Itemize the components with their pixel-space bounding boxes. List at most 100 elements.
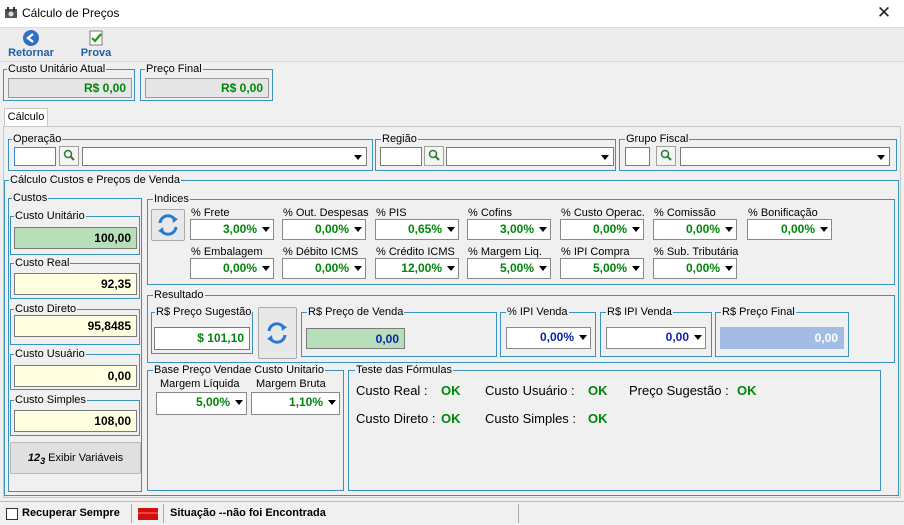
custo-unitario-label: Custo Unitário xyxy=(14,210,86,222)
recuperar-sempre-label: Recuperar Sempre xyxy=(22,507,120,519)
operacao-search-button[interactable] xyxy=(59,146,79,166)
margem-liquida-value: 5,00% xyxy=(195,395,230,409)
teste-formulas-label: Teste das Fórmulas xyxy=(355,364,453,376)
chevron-down-icon xyxy=(725,227,733,232)
embalagem-dropdown[interactable]: 0,00% xyxy=(190,258,274,279)
chevron-down-icon xyxy=(354,227,362,232)
resultado-preco-final-label: R$ Preço Final xyxy=(721,306,796,318)
regiao-code-input[interactable] xyxy=(380,147,422,166)
ipi-venda-pct-dropdown[interactable]: 0,00% xyxy=(506,327,591,349)
ipi-venda-label: R$ IPI Venda xyxy=(606,306,673,318)
margem-bruta-value: 1,10% xyxy=(288,395,323,409)
chevron-down-icon xyxy=(354,155,362,160)
refresh-icon xyxy=(158,214,178,236)
out-despesas-label: % Out. Despesas xyxy=(283,207,369,219)
chevron-down-icon xyxy=(694,335,702,340)
back-button[interactable]: Retornar xyxy=(4,29,58,61)
teste-custo-direto-status: OK xyxy=(441,411,461,426)
chevron-down-icon xyxy=(235,400,243,405)
margem-bruta-dropdown[interactable]: 1,10% xyxy=(251,392,340,415)
margem-liquida-label: Margem Líquida xyxy=(160,378,240,390)
chevron-down-icon xyxy=(447,227,455,232)
resultado-refresh-button[interactable] xyxy=(258,307,297,359)
app-icon xyxy=(5,7,17,18)
teste-custo-real-label: Custo Real : xyxy=(356,383,428,398)
regiao-search-button[interactable] xyxy=(424,146,444,166)
teste-preco-sugestao-label: Preço Sugestão : xyxy=(629,383,729,398)
situacao-text: Situação --não foi Encontrada xyxy=(170,507,326,519)
exibir-variaveis-label: Exibir Variáveis xyxy=(48,452,124,464)
teste-custo-simples-label: Custo Simples : xyxy=(485,411,577,426)
bonificacao-dropdown[interactable]: 0,00% xyxy=(747,219,832,240)
cofins-value: 3,00% xyxy=(499,222,534,236)
pis-value: 0,65% xyxy=(407,222,442,236)
comissao-dropdown[interactable]: 0,00% xyxy=(653,219,737,240)
margem-bruta-label: Margem Bruta xyxy=(256,378,326,390)
status-separator xyxy=(131,504,132,523)
custo-direto-value[interactable]: 95,8485 xyxy=(14,315,137,337)
credito-icms-dropdown[interactable]: 12,00% xyxy=(375,258,459,279)
margem-liq-label: % Margem Liq. xyxy=(468,246,542,258)
teste-preco-sugestao-status: OK xyxy=(737,383,757,398)
operacao-select[interactable] xyxy=(82,147,367,166)
margem-liquida-dropdown[interactable]: 5,00% xyxy=(156,392,247,415)
ipi-compra-dropdown[interactable]: 5,00% xyxy=(560,258,644,279)
back-label: Retornar xyxy=(8,47,54,59)
search-icon xyxy=(63,149,75,161)
refresh-icon xyxy=(267,322,287,344)
out-despesas-dropdown[interactable]: 0,00% xyxy=(282,219,366,240)
custo-real-label: Custo Real xyxy=(14,257,71,269)
embalagem-value: 0,00% xyxy=(222,261,257,275)
recuperar-sempre-checkbox[interactable] xyxy=(6,508,18,520)
operacao-code-input[interactable] xyxy=(14,147,56,166)
checklist-icon xyxy=(89,30,103,46)
custo-real-value[interactable]: 92,35 xyxy=(14,273,137,295)
pis-dropdown[interactable]: 0,65% xyxy=(375,219,459,240)
resultado-label: Resultado xyxy=(153,289,205,301)
margem-liq-dropdown[interactable]: 5,00% xyxy=(467,258,551,279)
grupo-fiscal-select[interactable] xyxy=(680,147,890,166)
out-despesas-value: 0,00% xyxy=(314,222,349,236)
tab-calculo[interactable]: Cálculo xyxy=(4,108,48,127)
debito-icms-label: % Débito ICMS xyxy=(283,246,359,258)
teste-custo-simples-status: OK xyxy=(588,411,608,426)
indices-label: Indices xyxy=(153,193,190,205)
exibir-variaveis-button[interactable]: 123 Exibir Variáveis xyxy=(10,442,141,474)
ipi-venda-pct-label: % IPI Venda xyxy=(506,306,569,318)
custo-simples-value[interactable]: 108,00 xyxy=(14,410,137,432)
ipi-compra-label: % IPI Compra xyxy=(561,246,630,258)
custo-usuario-value[interactable]: 0,00 xyxy=(14,365,137,387)
close-icon[interactable]: ✕ xyxy=(874,3,894,23)
debito-icms-dropdown[interactable]: 0,00% xyxy=(282,258,366,279)
margem-liq-value: 5,00% xyxy=(499,261,534,275)
ipi-venda-dropdown[interactable]: 0,00 xyxy=(606,327,706,349)
teste-formulas-group xyxy=(348,370,881,491)
chevron-down-icon xyxy=(725,266,733,271)
grupo-fiscal-search-button[interactable] xyxy=(656,146,676,166)
teste-custo-direto-label: Custo Direto : xyxy=(356,411,436,426)
chevron-down-icon xyxy=(601,155,609,160)
regiao-select[interactable] xyxy=(446,147,614,166)
search-icon xyxy=(660,149,672,161)
preco-final-label: Preço Final xyxy=(145,63,203,75)
custo-unitario-value: 100,00 xyxy=(14,227,137,249)
chevron-down-icon xyxy=(447,266,455,271)
frete-dropdown[interactable]: 3,00% xyxy=(190,219,274,240)
toolbar: Retornar Prova xyxy=(0,28,904,62)
preco-sugestao-value: $ 101,10 xyxy=(154,327,250,350)
cofins-dropdown[interactable]: 3,00% xyxy=(467,219,551,240)
grupo-fiscal-code-input[interactable] xyxy=(625,147,650,166)
preco-venda-label: R$ Preço de Venda xyxy=(307,306,405,318)
custo-unit-atual-label: Custo Unitário Atual xyxy=(7,63,107,75)
indices-refresh-button[interactable] xyxy=(151,209,185,241)
chevron-down-icon xyxy=(820,227,828,232)
teste-custo-usuario-label: Custo Usuário : xyxy=(485,383,575,398)
embalagem-label: % Embalagem xyxy=(191,246,263,258)
operacao-label: Operação xyxy=(12,133,63,145)
custo-unit-atual-value: R$ 0,00 xyxy=(8,78,132,98)
numbers-icon: 123 xyxy=(27,452,46,467)
custo-operac-dropdown[interactable]: 0,00% xyxy=(560,219,644,240)
bonificacao-value: 0,00% xyxy=(780,222,815,236)
prova-button[interactable]: Prova xyxy=(76,29,116,61)
sub-tributaria-dropdown[interactable]: 0,00% xyxy=(653,258,737,279)
